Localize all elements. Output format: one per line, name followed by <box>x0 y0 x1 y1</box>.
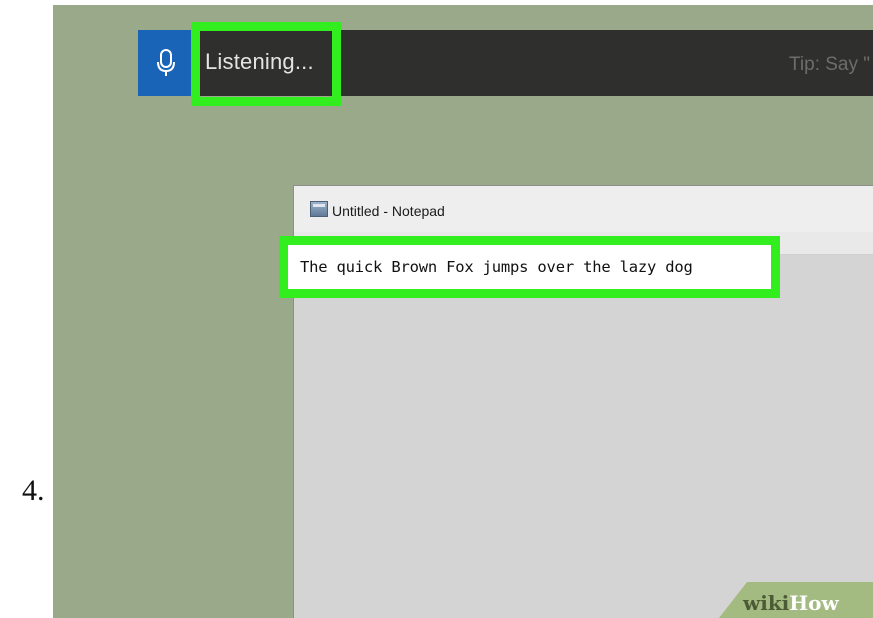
watermark-wiki: wiki <box>743 591 790 615</box>
step-number: 4. <box>22 474 45 507</box>
dictated-text: The quick Brown Fox jumps over the lazy … <box>300 258 693 276</box>
notepad-titlebar[interactable]: Untitled - Notepad <box>294 186 873 232</box>
desktop-screenshot: Listening... Tip: Say " Untitled - Notep… <box>53 5 873 618</box>
notepad-editor[interactable] <box>294 255 873 618</box>
notepad-icon <box>310 201 328 217</box>
microphone-button[interactable] <box>138 30 193 96</box>
watermark-how: How <box>789 591 839 615</box>
dictation-tip: Tip: Say " <box>789 54 871 75</box>
wikihow-watermark: wikiHow <box>743 591 839 615</box>
microphone-icon <box>155 48 177 78</box>
listening-status: Listening... <box>205 49 314 74</box>
notepad-title: Untitled - Notepad <box>332 203 445 219</box>
tutorial-step: 4. Listening... Tip: Say " Untitled - No… <box>0 0 873 618</box>
